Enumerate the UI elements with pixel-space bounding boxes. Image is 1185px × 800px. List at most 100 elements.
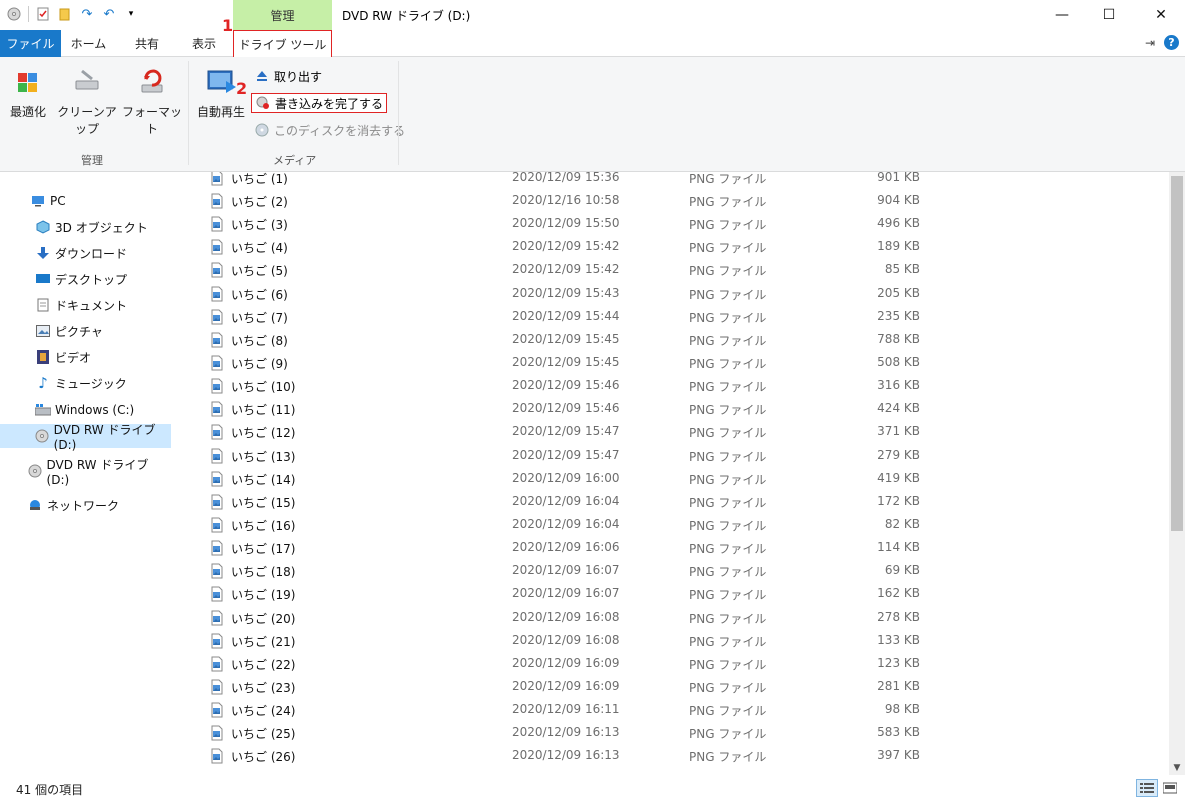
help-icon[interactable]: ? bbox=[1164, 35, 1179, 50]
png-file-icon bbox=[209, 517, 225, 533]
nav-item-dvd-drive-selected[interactable]: DVD RW ドライブ (D:) bbox=[0, 423, 171, 452]
tab-file[interactable]: ファイル bbox=[0, 30, 61, 57]
file-size: 82 KB bbox=[884, 517, 920, 531]
nav-item-music[interactable]: ♪ ミュージック bbox=[0, 371, 171, 395]
file-size: 235 KB bbox=[877, 309, 920, 323]
file-name: いちご (26) bbox=[231, 750, 296, 764]
properties-icon[interactable] bbox=[35, 6, 51, 22]
nav-item-downloads[interactable]: ダウンロード bbox=[0, 241, 171, 265]
list-item[interactable]: いちご (4) 2020/12/09 15:42 PNG ファイル 189 KB bbox=[172, 235, 1169, 258]
optimize-button[interactable]: 最適化 bbox=[6, 65, 50, 120]
list-item[interactable]: いちご (9) 2020/12/09 15:45 PNG ファイル 508 KB bbox=[172, 351, 1169, 374]
nav-item-documents[interactable]: ドキュメント bbox=[0, 293, 171, 317]
list-item[interactable]: いちご (14) 2020/12/09 16:00 PNG ファイル 419 KB bbox=[172, 467, 1169, 490]
list-item[interactable]: いちご (22) 2020/12/09 16:09 PNG ファイル 123 KB bbox=[172, 652, 1169, 675]
list-item[interactable]: いちご (17) 2020/12/09 16:06 PNG ファイル 114 KB bbox=[172, 536, 1169, 559]
nav-item-network[interactable]: ネットワーク bbox=[0, 493, 171, 517]
close-button[interactable]: ✕ bbox=[1138, 0, 1184, 30]
scrollbar-thumb[interactable] bbox=[1171, 176, 1183, 531]
cleanup-button[interactable]: クリーンアップ bbox=[52, 65, 122, 137]
file-date: 2020/12/09 15:42 bbox=[512, 239, 620, 253]
list-item[interactable]: いちご (19) 2020/12/09 16:07 PNG ファイル 162 KB bbox=[172, 582, 1169, 605]
details-view-icon[interactable] bbox=[1136, 779, 1158, 797]
file-type: PNG ファイル bbox=[689, 473, 767, 487]
list-item[interactable]: いちご (2) 2020/12/16 10:58 PNG ファイル 904 KB bbox=[172, 189, 1169, 212]
format-button[interactable]: フォーマット bbox=[122, 65, 182, 137]
tab-home[interactable]: ホーム bbox=[61, 30, 116, 57]
file-name: いちご (24) bbox=[231, 704, 296, 718]
list-item[interactable]: いちご (6) 2020/12/09 15:43 PNG ファイル 205 KB bbox=[172, 282, 1169, 305]
list-item[interactable]: いちご (11) 2020/12/09 15:46 PNG ファイル 424 KB bbox=[172, 397, 1169, 420]
file-size: 281 KB bbox=[877, 679, 920, 693]
new-folder-icon[interactable] bbox=[57, 6, 73, 22]
list-item[interactable]: いちご (23) 2020/12/09 16:09 PNG ファイル 281 KB bbox=[172, 675, 1169, 698]
png-file-icon bbox=[209, 610, 225, 626]
erase-disc-button[interactable]: このディスクを消去する bbox=[251, 120, 408, 140]
list-item[interactable]: いちご (13) 2020/12/09 15:47 PNG ファイル 279 KB bbox=[172, 444, 1169, 467]
nav-item-pc[interactable]: PC bbox=[0, 189, 171, 213]
minimize-button[interactable]: — bbox=[1039, 0, 1085, 30]
list-item[interactable]: いちご (24) 2020/12/09 16:11 PNG ファイル 98 KB bbox=[172, 698, 1169, 721]
list-item[interactable]: いちご (3) 2020/12/09 15:50 PNG ファイル 496 KB bbox=[172, 212, 1169, 235]
png-file-icon bbox=[209, 725, 225, 741]
tab-drive-tools[interactable]: ドライブ ツール bbox=[233, 30, 332, 58]
list-item[interactable]: いちご (1) 2020/12/09 15:36 PNG ファイル 901 KB bbox=[172, 172, 1169, 189]
list-item[interactable]: いちご (25) 2020/12/09 16:13 PNG ファイル 583 KB bbox=[172, 721, 1169, 744]
undo-icon[interactable]: ↶ bbox=[101, 6, 117, 22]
file-size: 98 KB bbox=[884, 702, 920, 716]
nav-label: DVD RW ドライブ (D:) bbox=[53, 422, 156, 452]
list-item[interactable]: いちご (7) 2020/12/09 15:44 PNG ファイル 235 KB bbox=[172, 305, 1169, 328]
file-type: PNG ファイル bbox=[689, 403, 767, 417]
maximize-button[interactable]: ☐ bbox=[1086, 0, 1132, 30]
file-date: 2020/12/09 16:09 bbox=[512, 679, 620, 693]
autoplay-icon bbox=[204, 65, 238, 99]
list-item[interactable]: いちご (10) 2020/12/09 15:46 PNG ファイル 316 KB bbox=[172, 374, 1169, 397]
pin-ribbon-icon[interactable]: ⇥ bbox=[1145, 36, 1155, 50]
png-file-icon bbox=[209, 332, 225, 348]
scroll-down-arrow-icon[interactable]: ▼ bbox=[1169, 761, 1185, 775]
png-file-icon bbox=[209, 216, 225, 232]
vertical-scrollbar[interactable]: ▼ bbox=[1169, 172, 1185, 775]
file-size: 419 KB bbox=[877, 471, 920, 485]
file-name: いちご (2) bbox=[231, 195, 288, 209]
nav-item-windows-c[interactable]: Windows (C:) bbox=[0, 398, 171, 422]
list-item[interactable]: いちご (5) 2020/12/09 15:42 PNG ファイル 85 KB bbox=[172, 258, 1169, 281]
nav-label: ピクチャ bbox=[55, 324, 103, 339]
nav-label: DVD RW ドライブ (D:) bbox=[46, 457, 149, 487]
ribbon-panel: 最適化 クリーンアップ フォーマット 管理 自動再生 取り出す 書き込みを完了す… bbox=[0, 57, 1185, 172]
nav-item-pictures[interactable]: ピクチャ bbox=[0, 319, 171, 343]
tab-share[interactable]: 共有 bbox=[120, 30, 174, 57]
list-item[interactable]: いちご (12) 2020/12/09 15:47 PNG ファイル 371 KB bbox=[172, 420, 1169, 443]
png-file-icon bbox=[209, 748, 225, 764]
file-name: いちご (20) bbox=[231, 612, 296, 626]
list-item[interactable]: いちご (20) 2020/12/09 16:08 PNG ファイル 278 KB bbox=[172, 606, 1169, 629]
video-icon bbox=[35, 349, 51, 365]
list-item[interactable]: いちご (16) 2020/12/09 16:04 PNG ファイル 82 KB bbox=[172, 513, 1169, 536]
nav-item-dvd-drive[interactable]: DVD RW ドライブ (D:) bbox=[0, 458, 171, 487]
list-item[interactable]: いちご (21) 2020/12/09 16:08 PNG ファイル 133 KB bbox=[172, 629, 1169, 652]
list-item[interactable]: いちご (18) 2020/12/09 16:07 PNG ファイル 69 KB bbox=[172, 559, 1169, 582]
file-list: いちご (1) 2020/12/09 15:36 PNG ファイル 901 KB いち… bbox=[172, 172, 1169, 775]
finish-burning-label: 書き込みを完了する bbox=[275, 96, 384, 111]
nav-item-videos[interactable]: ビデオ bbox=[0, 345, 171, 369]
nav-item-3d-objects[interactable]: 3D オブジェクト bbox=[0, 215, 171, 239]
format-icon bbox=[135, 65, 169, 99]
file-name: いちご (22) bbox=[231, 658, 296, 672]
large-icons-view-icon[interactable] bbox=[1159, 779, 1181, 797]
drive-icon bbox=[35, 402, 51, 418]
list-item[interactable]: いちご (15) 2020/12/09 16:04 PNG ファイル 172 KB bbox=[172, 490, 1169, 513]
file-size: 69 KB bbox=[884, 563, 920, 577]
customize-qat-icon[interactable]: ▾ bbox=[123, 6, 139, 22]
nav-item-desktop[interactable]: デスクトップ bbox=[0, 267, 171, 291]
eject-button[interactable]: 取り出す bbox=[251, 66, 325, 86]
format-label: フォーマット bbox=[122, 105, 183, 136]
file-name: いちご (15) bbox=[231, 496, 296, 510]
finish-burning-button[interactable]: 書き込みを完了する bbox=[251, 93, 388, 113]
list-item[interactable]: いちご (8) 2020/12/09 15:45 PNG ファイル 788 KB bbox=[172, 328, 1169, 351]
file-name: いちご (13) bbox=[231, 450, 296, 464]
disc-icon[interactable] bbox=[6, 6, 22, 22]
list-item[interactable]: いちご (26) 2020/12/09 16:13 PNG ファイル 397 KB bbox=[172, 744, 1169, 767]
file-size: 172 KB bbox=[877, 494, 920, 508]
file-size: 424 KB bbox=[877, 401, 920, 415]
redo-icon[interactable]: ↷ bbox=[79, 6, 95, 22]
